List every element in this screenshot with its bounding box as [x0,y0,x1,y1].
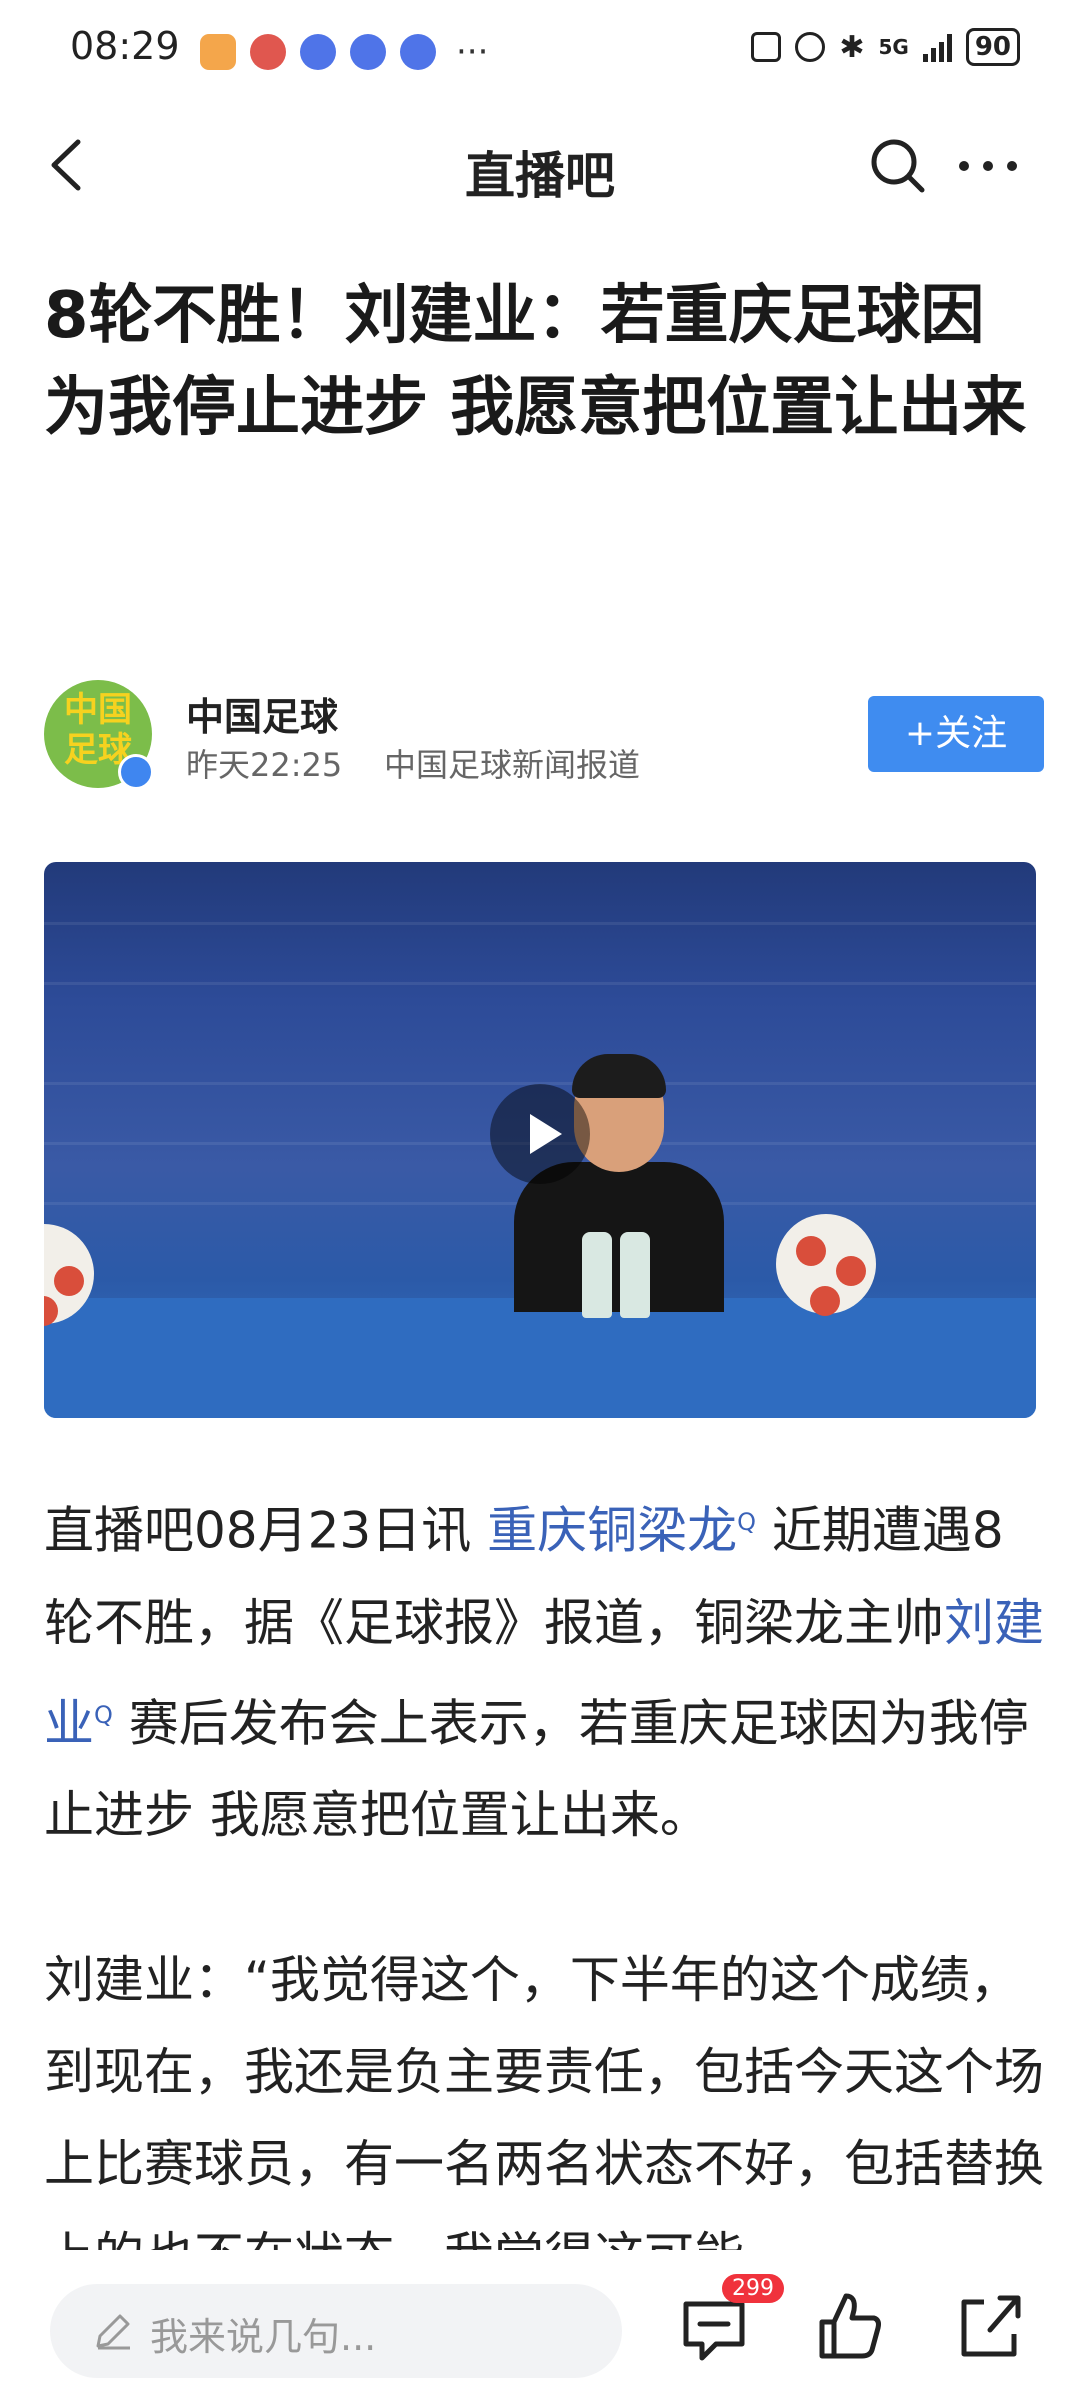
status-time: 08:29 [70,24,180,68]
more-notifications-icon: ··· [456,32,489,72]
nav-bar: 直播吧 [0,100,1080,230]
publish-time: 昨天22:25 [186,746,343,784]
play-icon [530,1114,562,1154]
search-icon [871,139,925,193]
status-bar: 08:29 ··· ✱ 5G 90 [0,0,1080,100]
system-icons: ✱ 5G 90 [751,28,1020,66]
team-link[interactable]: 重庆铜梁龙 [487,1502,737,1560]
app-notification-icon [300,34,336,70]
comment-placeholder: 我来说几句... [150,2315,377,2359]
search-small-icon: Q [94,1700,113,1729]
search-button[interactable] [862,130,932,200]
paragraph-text: 直播吧08月23日讯 [44,1501,488,1560]
paragraph-text: 赛后发布会上表示，若重庆足球因为我停止进步 我愿意把位置让出来。 [44,1694,1029,1845]
comment-input[interactable]: 我来说几句... [50,2284,622,2378]
app-notification-icon [200,34,236,70]
video-player[interactable] [44,862,1036,1418]
nfc-icon [751,32,782,62]
article-headline: 8轮不胜！刘建业：若重庆足球因为我停止进步 我愿意把位置让出来 [44,279,1027,445]
search-small-icon: Q [737,1508,757,1536]
press-table [44,1298,1036,1418]
battery-icon: 90 [965,28,1020,66]
comment-count-badge: 299 [722,2274,784,2303]
pen-icon [96,2314,130,2350]
more-button[interactable] [948,130,1028,200]
verified-icon [118,754,154,790]
alarm-icon [795,32,826,62]
play-button[interactable] [490,1084,590,1184]
article-paragraph: 直播吧08月23日讯 重庆铜梁龙Q 近期遭遇8轮不胜，据《足球报》报道，铜梁龙主… [44,1476,1044,1861]
app-notification-icon [400,34,436,70]
water-bottle [582,1232,612,1318]
notification-icons: ··· [200,32,488,72]
bottom-action-bar: 我来说几句... 299 [0,2250,1080,2400]
network-type: 5G [878,35,909,59]
share-button[interactable] [950,2286,1030,2366]
app-notification-icon [350,34,386,70]
bluetooth-icon: ✱ [839,29,865,65]
thumbs-up-icon [819,2293,881,2359]
follow-button[interactable]: +关注 [868,696,1044,772]
author-source: 中国足球新闻报道 [384,746,641,784]
app-notification-icon [250,34,286,70]
article-paragraph-quote: 刘建业：“我觉得这个，下半年的这个成绩，到现在，我还是负主要责任，包括今天这个场… [44,1951,1044,2285]
like-button[interactable] [810,2286,890,2366]
author-row: 中国足球 中国足球 昨天22:25 中国足球新闻报道 +关注 [44,680,1044,790]
water-bottle [620,1232,650,1318]
signal-icon [922,32,952,62]
football [776,1214,876,1314]
share-icon [961,2295,1021,2357]
author-name[interactable]: 中国足球 [186,686,338,741]
more-icon [959,161,1017,171]
